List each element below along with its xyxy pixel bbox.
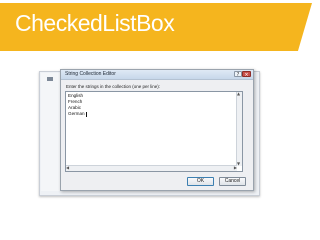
text-caret <box>86 112 87 117</box>
string-collection-editor-dialog: String Collection Editor ? × Enter the s… <box>60 69 254 191</box>
dialog-titlebar[interactable]: String Collection Editor ? × <box>61 70 253 80</box>
cancel-button[interactable]: Cancel <box>219 177 246 186</box>
text-line: Arabic <box>68 105 82 110</box>
horizontal-scrollbar[interactable]: ◀ ▶ <box>66 165 237 171</box>
form-icon <box>47 77 53 81</box>
scroll-up-icon[interactable]: ▲ <box>237 92 240 96</box>
scroll-right-icon[interactable]: ▶ <box>234 166 237 170</box>
scroll-down-icon[interactable]: ▼ <box>237 162 240 166</box>
help-button[interactable]: ? <box>234 71 242 78</box>
strings-textarea[interactable]: English French Arabic German ▲ ▼ ◀ ▶ <box>65 91 243 172</box>
dialog-title: String Collection Editor <box>65 71 116 77</box>
scroll-left-icon[interactable]: ◀ <box>66 166 69 170</box>
instruction-label: Enter the strings in the collection (one… <box>66 84 161 89</box>
text-line: French <box>68 99 83 104</box>
close-button[interactable]: × <box>242 71 251 78</box>
text-line: German <box>68 111 85 116</box>
vertical-scrollbar[interactable]: ▲ ▼ <box>236 92 242 166</box>
slide-title: CheckedListBox <box>15 10 175 36</box>
ok-button[interactable]: OK <box>187 177 214 186</box>
text-line: English <box>68 93 84 98</box>
